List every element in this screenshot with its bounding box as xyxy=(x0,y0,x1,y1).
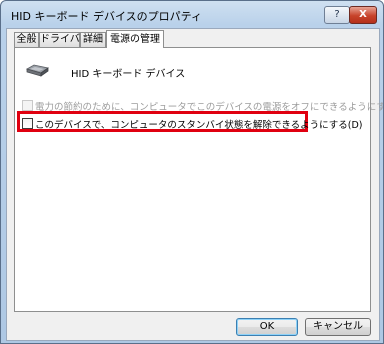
ok-button[interactable]: OK xyxy=(236,318,298,336)
tab-general[interactable]: 全般 xyxy=(14,32,39,47)
allow-power-off-checkbox xyxy=(22,100,33,111)
tab-driver[interactable]: ドライバ xyxy=(39,32,80,47)
device-name: HID キーボード デバイス xyxy=(71,69,186,80)
power-management-panel: HID キーボード デバイス 電力の節約のために、コンピュータでこのデバイスの電… xyxy=(14,47,383,312)
help-button[interactable]: ? xyxy=(324,6,350,24)
close-button[interactable]: X xyxy=(349,6,377,24)
keyboard-icon xyxy=(25,64,49,77)
title-bar[interactable]: HID キーボード デバイスのプロパティ ? X xyxy=(1,1,383,27)
allow-wake-option[interactable]: このデバイスで、コンピュータのスタンバイ状態を解除できるようにする(D) xyxy=(22,117,362,131)
dialog-client: 全般 ドライバ 詳細 電源の管理 HID キーボード デバイス 電力の節約のため… xyxy=(6,28,383,341)
tab-details[interactable]: 詳細 xyxy=(80,32,106,47)
allow-wake-label[interactable]: このデバイスで、コンピュータのスタンバイ状態を解除できるようにする(D) xyxy=(35,120,362,131)
window-title: HID キーボード デバイスのプロパティ xyxy=(11,10,202,23)
allow-wake-checkbox[interactable] xyxy=(22,118,33,129)
properties-dialog: HID キーボード デバイスのプロパティ ? X 全般 ドライバ 詳細 電源の管… xyxy=(0,0,384,344)
tab-power-management[interactable]: 電源の管理 xyxy=(106,30,164,48)
cancel-button[interactable]: キャンセル xyxy=(305,318,371,336)
